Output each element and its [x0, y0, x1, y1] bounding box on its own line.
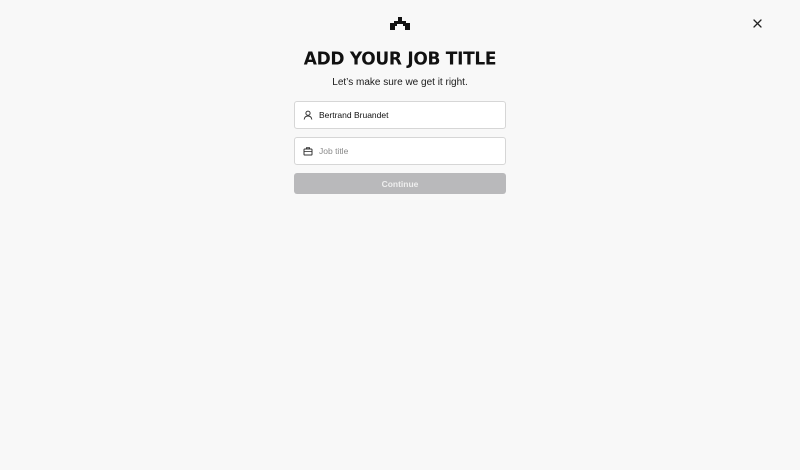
close-icon	[753, 19, 762, 28]
continue-button[interactable]: Continue	[294, 173, 506, 194]
name-field[interactable]	[294, 101, 506, 129]
name-input[interactable]	[319, 105, 499, 125]
job-title-field[interactable]	[294, 137, 506, 165]
page-title: ADD YOUR JOB TITLE	[303, 48, 497, 70]
close-button[interactable]	[749, 15, 766, 32]
briefcase-icon	[303, 146, 313, 156]
person-icon	[303, 110, 313, 120]
brand-logo-icon	[390, 17, 410, 30]
page-subtitle: Let’s make sure we get it right.	[332, 77, 468, 88]
job-title-input[interactable]	[319, 141, 499, 161]
